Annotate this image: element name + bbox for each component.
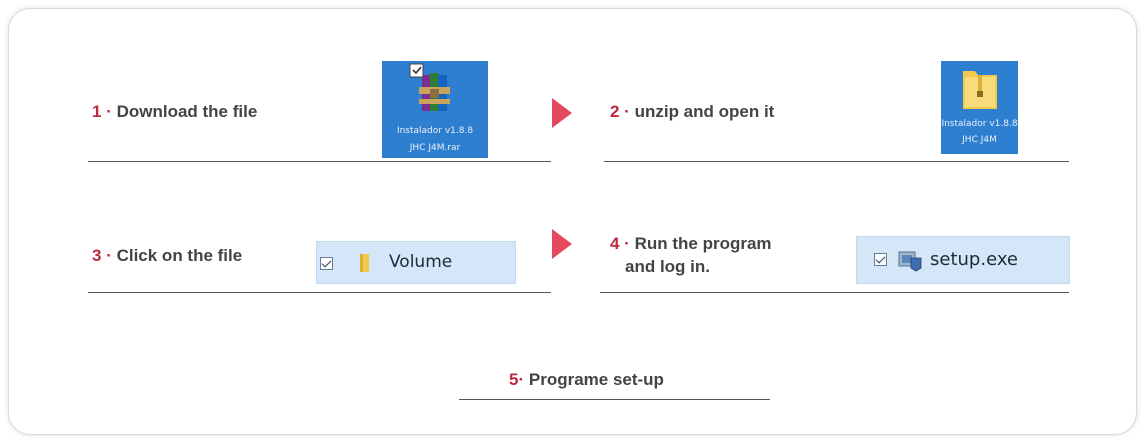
step-4-number: 4 · (610, 234, 630, 253)
step-5-text: Programe set-up (528, 370, 664, 389)
step-2-number: 2 · (610, 102, 630, 121)
installer-icon (898, 251, 922, 272)
step-2-underline (604, 161, 1069, 162)
rar-caption-line-1: Instalador v1.8.8 (396, 126, 474, 136)
checkbox-checked-icon[interactable] (874, 253, 887, 266)
rar-file-icon[interactable]: Instalador v1.8.8 JHC J4M.rar (382, 61, 488, 158)
folder-icon (360, 254, 369, 272)
zip-folder-icon (963, 71, 997, 109)
rar-caption-line-2: JHC J4M.rar (409, 143, 461, 153)
arrow-right-icon (552, 229, 572, 259)
folder-file-icon[interactable]: Instalador v1.8.8 JHC J4M (941, 61, 1018, 154)
winrar-archive-icon (409, 63, 450, 111)
step-3-text: Click on the file (116, 246, 243, 265)
step-4-label-line-2: and log in. (625, 257, 710, 276)
volume-label: Volume (389, 252, 453, 272)
folder-caption-line-1: Instalador v1.8.8 (941, 119, 1018, 129)
arrow-right-icon (552, 98, 572, 128)
checkbox-checked-icon[interactable] (320, 257, 333, 270)
step-3-label: 3 · Click on the file (92, 245, 242, 267)
setup-exe-row[interactable]: setup.exe (856, 236, 1070, 284)
step-2-label: 2 · unzip and open it (610, 101, 774, 123)
step-1-underline (88, 161, 551, 162)
step-5-underline (459, 399, 770, 400)
step-4-text: Run the program (634, 234, 772, 253)
step-1-label: 1 · Download the file (92, 101, 257, 123)
step-5-number: 5· (509, 370, 525, 389)
step-1-number: 1 · (92, 102, 112, 121)
step-5-label: 5· Programe set-up (509, 369, 664, 391)
step-4-label: 4 · Run the program (610, 233, 772, 255)
step-1-text: Download the file (116, 102, 258, 121)
step-4-underline (600, 292, 1069, 293)
step-2-text: unzip and open it (634, 102, 775, 121)
step-3-number: 3 · (92, 246, 112, 265)
folder-caption-line-2: JHC J4M (962, 135, 997, 145)
setup-exe-label: setup.exe (930, 249, 1018, 270)
step-3-underline (88, 292, 551, 293)
volume-folder-row[interactable]: Volume (316, 241, 516, 284)
